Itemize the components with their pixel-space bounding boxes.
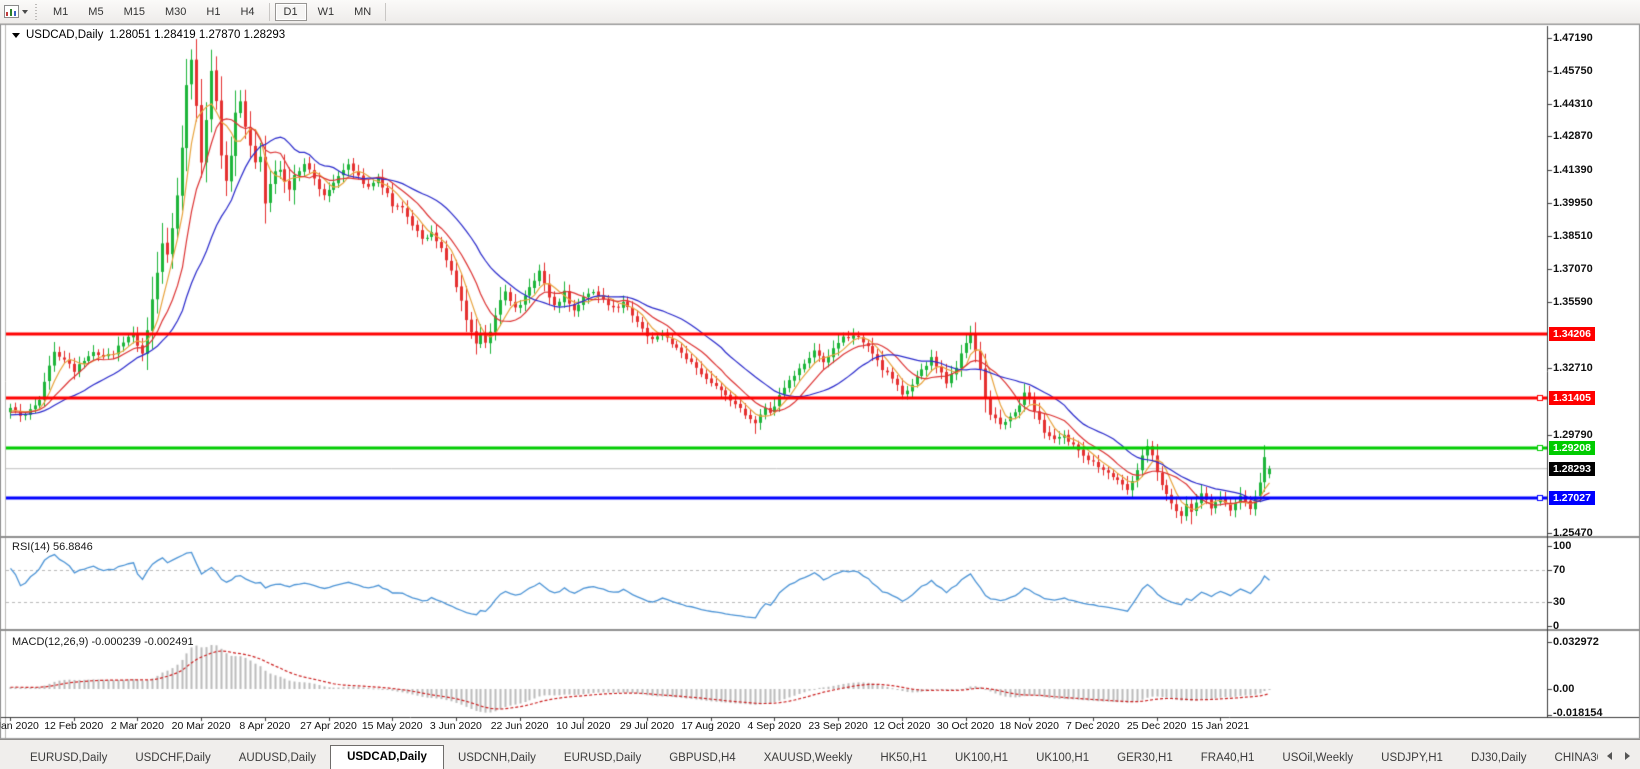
chevron-down-icon [22, 9, 28, 14]
date-axis-label: 18 Nov 2020 [999, 720, 1059, 732]
tabs-scroll-right-button[interactable] [1620, 749, 1634, 762]
price-axis-tick: 1.45750 [1553, 64, 1593, 77]
tab-fra40-h1[interactable]: FRA40,H1 [1187, 747, 1269, 769]
date-axis-label: 4 Sep 2020 [747, 720, 802, 732]
tab-gbpusd-h4[interactable]: GBPUSD,H4 [655, 747, 749, 769]
date-axis-label: 7 Dec 2020 [1066, 720, 1120, 732]
tabs-scroll-right-icon [1624, 751, 1630, 760]
date-axis-label: 2 Mar 2020 [110, 720, 164, 732]
tab-ger30-h1[interactable]: GER30,H1 [1103, 747, 1187, 769]
timeframe-button-d1[interactable]: D1 [274, 2, 307, 21]
tab-audusd-daily[interactable]: AUDUSD,Daily [225, 747, 330, 769]
rsi-scale-tick: 30 [1553, 596, 1566, 608]
date-axis-label: 12 Oct 2020 [873, 720, 931, 732]
timeframe-button-h4[interactable]: H4 [231, 3, 263, 21]
current-price-label: 1.28293 [1549, 461, 1595, 476]
tab-uk100-h1[interactable]: UK100,H1 [1022, 747, 1103, 769]
date-axis-label: 29 Jul 2020 [619, 720, 675, 732]
tab-dj30-daily[interactable]: DJ30,Daily [1457, 747, 1541, 769]
tabs-scroll-left-icon [1606, 751, 1612, 760]
rsi-scale-tick: 0 [1553, 620, 1560, 632]
macd-scale-tick: 0.00 [1553, 683, 1575, 695]
macd-scale-tick: 0.032972 [1553, 636, 1599, 648]
chart-ohlc-values: 1.28051 1.28419 1.27870 1.28293 [109, 29, 286, 41]
toolbar-grip [35, 3, 37, 20]
date-axis-label: 3 Jun 2020 [429, 720, 482, 732]
date-axis-label: 12 Feb 2020 [44, 720, 104, 732]
date-axis-label: 30 Oct 2020 [936, 720, 995, 732]
date-axis-label: 27 Apr 2020 [300, 720, 357, 732]
tab-usdcad-daily[interactable]: USDCAD,Daily [330, 745, 444, 769]
date-axis-label: 8 Apr 2020 [239, 720, 291, 732]
tab-hk50-h1[interactable]: HK50,H1 [866, 747, 941, 769]
tab-usdjpy-h1[interactable]: USDJPY,H1 [1367, 747, 1457, 769]
tab-china300-h1[interactable]: CHINA300,H1 [1541, 747, 1598, 769]
price-axis-tick: 1.42870 [1553, 130, 1593, 143]
chart-symbol-period: USDCAD,Daily [26, 29, 104, 41]
chart-title[interactable]: USDCAD,Daily 1.28051 1.28419 1.27870 1.2… [12, 29, 285, 41]
timeframes-toolbar: M1 M5 M15 M30 H1 H4 D1 W1 MN [0, 0, 1640, 24]
price-axis-tick: 1.41390 [1553, 164, 1593, 177]
timeframe-button-m15[interactable]: M15 [115, 3, 154, 21]
mt4-window: M1 M5 M15 M30 H1 H4 D1 W1 MN USDCAD,Daily 1.2805… [0, 0, 1640, 769]
date-axis-label: 15 Jan 2021 [1191, 720, 1250, 732]
timeframe-button-mn[interactable]: MN [345, 3, 380, 21]
tab-uk100-h1[interactable]: UK100,H1 [941, 747, 1022, 769]
price-axis-tick: 1.47190 [1553, 32, 1593, 44]
chart-tabs: EURUSD,Daily USDCHF,Daily AUDUSD,Daily USDC… [0, 740, 1598, 769]
date-axis-label: 25 Dec 2020 [1126, 720, 1187, 732]
tab-eurusd-daily[interactable]: EURUSD,Daily [550, 747, 655, 769]
price-axis-tick: 1.38510 [1553, 229, 1593, 242]
price-line-label[interactable]: 1.34206 [1549, 326, 1595, 341]
rsi-scale-tick: 100 [1553, 540, 1572, 552]
toolbar-separator [385, 2, 387, 21]
tab-eurusd-daily[interactable]: EURUSD,Daily [16, 747, 121, 769]
timeframe-button-m1[interactable]: M1 [44, 3, 77, 21]
tab-usdchf-daily[interactable]: USDCHF,Daily [121, 747, 224, 769]
tab-usdcnh-daily[interactable]: USDCNH,Daily [444, 747, 550, 769]
price-axis-tick: 1.44310 [1553, 97, 1593, 110]
macd-scale-tick: -0.018154 [1553, 707, 1603, 719]
tab-xauusd-weekly[interactable]: XAUUSD,Weekly [750, 747, 867, 769]
chart-canvas[interactable] [0, 0, 1640, 769]
price-line-label[interactable]: 1.29208 [1549, 440, 1595, 455]
macd-indicator-label: MACD(12,26,9) -0.000239 -0.002491 [12, 636, 194, 648]
price-axis-tick: 1.37070 [1553, 262, 1593, 275]
rsi-indicator-label: RSI(14) 56.8846 [12, 541, 93, 553]
timeframe-button-m5[interactable]: M5 [79, 3, 112, 21]
chart-menu-button[interactable] [0, 0, 33, 23]
date-axis-label: 24 Jan 2020 [0, 720, 39, 732]
chart-type-icon [4, 5, 19, 18]
date-axis-label: 22 Jun 2020 [490, 720, 549, 732]
timeframe-button-m30[interactable]: M30 [156, 3, 195, 21]
timeframe-button-h1[interactable]: H1 [197, 3, 229, 21]
date-axis-label: 20 Mar 2020 [171, 720, 231, 732]
price-axis-tick: 1.39950 [1553, 196, 1593, 209]
date-axis-label: 15 May 2020 [361, 720, 423, 732]
price-line-label[interactable]: 1.31405 [1549, 390, 1595, 405]
rsi-scale-tick: 70 [1553, 564, 1566, 576]
price-axis-tick: 1.25470 [1553, 526, 1593, 539]
date-axis-label: 17 Aug 2020 [681, 720, 741, 732]
tab-usoil-weekly[interactable]: USOil,Weekly [1268, 747, 1367, 769]
date-axis-label: 23 Sep 2020 [808, 720, 868, 732]
chart-tab-bar: EURUSD,Daily USDCHF,Daily AUDUSD,Daily USDC… [0, 739, 1640, 769]
tabs-scroll-left-button[interactable] [1602, 749, 1616, 762]
date-axis-label: 10 Jul 2020 [556, 720, 611, 732]
toolbar-separator [268, 2, 270, 21]
price-axis-tick: 1.29790 [1553, 428, 1593, 441]
price-axis-tick: 1.32710 [1553, 361, 1593, 374]
timeframe-buttons: M1 M5 M15 M30 H1 H4 D1 W1 MN [43, 2, 390, 21]
timeframe-button-w1[interactable]: W1 [309, 3, 344, 21]
price-line-label[interactable]: 1.27027 [1549, 490, 1595, 505]
price-axis-tick: 1.35590 [1553, 296, 1593, 309]
chart-dropdown-arrow-icon [12, 32, 20, 38]
